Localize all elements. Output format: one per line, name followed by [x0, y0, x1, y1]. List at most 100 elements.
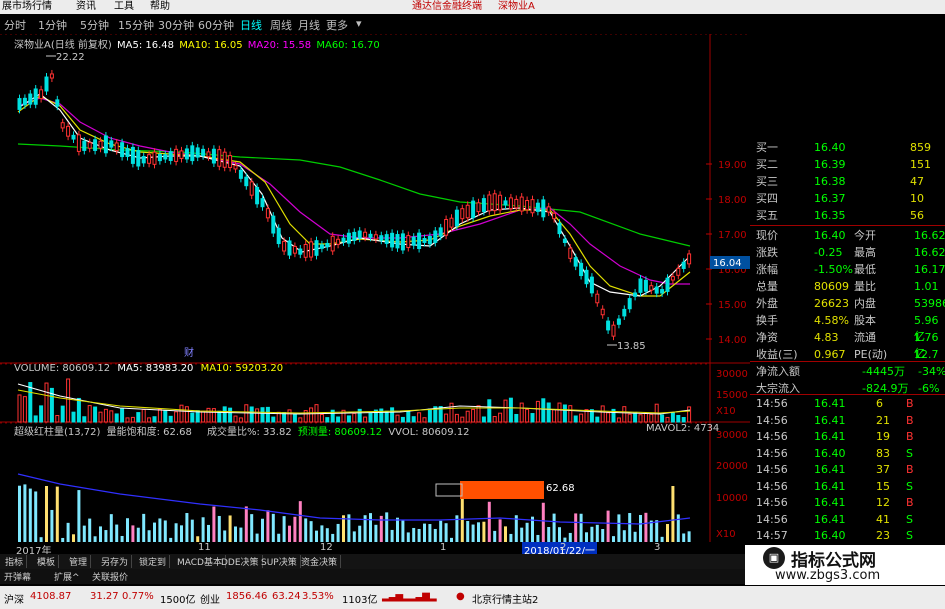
candle-body — [179, 150, 184, 159]
kline-chart[interactable]: 19.0018.0017.0016.0015.0014.00 300001500… — [0, 34, 750, 544]
candle-body — [303, 243, 308, 258]
bid-volume: 151 — [910, 158, 931, 171]
tick-volume: 19 — [876, 430, 890, 443]
candle-body — [276, 227, 281, 245]
sub-indicator-bar — [228, 515, 232, 544]
toolbar-saveas-tab[interactable]: 另存为 — [98, 555, 133, 568]
candle-body — [660, 289, 665, 294]
stat-label: 涨跌 — [756, 246, 778, 259]
financial-marker[interactable]: 财 — [184, 346, 194, 359]
volume-bar — [87, 405, 92, 423]
tab-period[interactable]: 30分钟 — [158, 17, 194, 33]
candle-body — [589, 276, 594, 294]
tab-period[interactable]: 月线 — [298, 17, 320, 33]
toolbar-dde-tab[interactable]: DDE决策 — [218, 555, 263, 568]
volume-bar — [152, 416, 157, 423]
toolbar-indicator-tab[interactable]: 指标 — [2, 555, 28, 568]
tick-volume: 41 — [876, 512, 890, 526]
tab-period-more[interactable]: 更多 — [326, 17, 348, 33]
price-axis-label: 14.00 — [718, 335, 747, 346]
candle-body — [627, 298, 632, 310]
sub-indicator-bar — [18, 485, 21, 544]
candle-body — [346, 232, 351, 244]
ma20-legend: MA20: 15.58 — [247, 40, 312, 51]
candle-body — [287, 240, 292, 256]
tick-price: 16.41 — [814, 413, 846, 427]
volume-bar — [325, 417, 330, 423]
volume-bar — [352, 412, 357, 423]
sub-indicator-bar — [579, 513, 583, 544]
volume-bar — [66, 378, 71, 423]
tab-period[interactable]: 5分钟 — [80, 17, 109, 33]
quote-row: 换手 4.58% 股本 5.96亿 — [750, 313, 945, 343]
volume-bar — [406, 411, 411, 423]
volume-bar — [579, 413, 584, 423]
expand-button[interactable]: 扩展^ — [54, 570, 80, 583]
stat-value: 1.01 — [914, 280, 939, 293]
volume-bar — [168, 415, 173, 423]
tab-period[interactable]: 周线 — [270, 17, 292, 33]
candle-body — [249, 181, 254, 196]
candle-body — [525, 200, 530, 211]
menu-help[interactable]: 帮助 — [150, 0, 170, 14]
chevron-down-icon[interactable]: ▾ — [356, 17, 362, 30]
stat-label: 换手 — [756, 314, 778, 327]
stat-label: 涨幅 — [756, 263, 778, 276]
sub-indicator-bar — [23, 484, 27, 544]
candle-body — [319, 244, 324, 249]
tick-time: 14:56 — [756, 397, 788, 410]
sub-indicator-bar — [385, 512, 389, 544]
tab-period[interactable]: 60分钟 — [198, 17, 234, 33]
stat-label: 净资 — [756, 331, 778, 344]
candle-body — [481, 198, 486, 212]
quote-row: 14:56 16.41 19 B — [750, 429, 945, 445]
candle-body — [471, 200, 476, 219]
volume-bar — [562, 404, 567, 423]
volume-axis-label: 30000 — [716, 369, 748, 380]
candle-body — [390, 232, 395, 248]
quote-row: 14:56 16.41 41 S — [750, 512, 945, 528]
x-label: 2 — [560, 542, 567, 553]
sub-indicator-bar — [304, 518, 308, 544]
stat-value: -0.25 — [814, 246, 843, 259]
tab-period[interactable]: 1分钟 — [38, 17, 67, 33]
flow-value: -4445万 — [862, 365, 905, 378]
tab-period[interactable]: 分时 — [4, 17, 26, 33]
sh-change: 31.27 — [90, 591, 119, 602]
logo-icon: ▣ — [763, 547, 785, 569]
volume-bar — [422, 417, 427, 423]
toolbar-template-tab[interactable]: 模板 — [34, 555, 60, 568]
volume-bar — [384, 410, 389, 423]
linked-quote-button[interactable]: 关联报价 — [92, 570, 128, 583]
toolbar-lock-tab[interactable]: 锁定到 — [136, 555, 171, 568]
toolbar-fund-tab[interactable]: 资金决策 — [298, 555, 342, 568]
volume-bar — [28, 382, 33, 423]
toolbar-sup-tab[interactable]: SUP决策 — [258, 555, 301, 568]
flow-pct: -34% — [918, 365, 945, 378]
candle-body — [638, 278, 643, 293]
menu-market[interactable]: 展市场行情 — [2, 0, 52, 14]
danmaku-button[interactable]: 开弹幕 — [4, 570, 31, 583]
tick-time: 14:56 — [756, 512, 788, 526]
volume-bar — [514, 413, 519, 423]
sh-label[interactable]: 沪深 — [4, 591, 24, 606]
stat-label: 最低 — [854, 263, 876, 276]
cy-value: 1856.46 — [226, 591, 268, 602]
volume-bar — [206, 407, 211, 423]
x-axis: 2017年 11 12 1 2018/01/22/一 2 3 — [0, 542, 750, 557]
volume-bar — [492, 416, 497, 423]
bid-label: 买三 — [756, 175, 778, 188]
bid-price: 16.35 — [814, 209, 846, 222]
menu-info[interactable]: 资讯 — [76, 0, 96, 14]
cy-label[interactable]: 创业 — [200, 591, 220, 606]
menu-tools[interactable]: 工具 — [114, 0, 134, 14]
candle-body — [228, 155, 233, 169]
sub-axis-label: 30000 — [716, 430, 748, 441]
volume-bar — [319, 413, 324, 423]
x-label: 1 — [440, 542, 447, 553]
tab-period[interactable]: 15分钟 — [118, 17, 154, 33]
quote-row: 外盘 26623 内盘 53986 — [750, 296, 945, 312]
toolbar-manage-tab[interactable]: 管理 — [66, 555, 92, 568]
candle-body — [314, 240, 319, 256]
tab-period-active[interactable]: 日线 — [240, 17, 262, 33]
